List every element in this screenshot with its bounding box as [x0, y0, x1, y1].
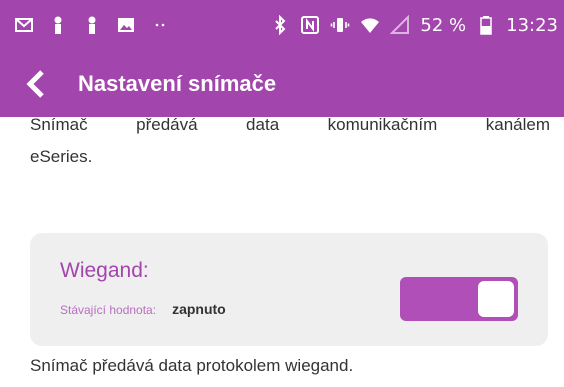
- clock: 13:23: [506, 14, 558, 36]
- vibrate-icon: [330, 15, 350, 35]
- eseries-description: Snímač předává data komunikačním kanálem: [30, 115, 550, 134]
- wiegand-description: Snímač předává data protokolem wiegand.: [30, 356, 354, 375]
- current-value: zapnuto: [172, 301, 226, 317]
- app-bar: Nastavení snímače: [0, 50, 564, 117]
- person-icon: [82, 15, 102, 35]
- wifi-icon: [360, 15, 380, 35]
- bluetooth-icon: [270, 14, 290, 36]
- toggle-knob: [478, 281, 514, 317]
- status-notifications: [14, 15, 170, 35]
- wiegand-toggle[interactable]: [400, 277, 518, 321]
- current-value-row: Stávající hodnota: zapnuto: [60, 301, 226, 317]
- page-title: Nastavení snímače: [78, 70, 277, 96]
- status-system: 52 % 13:23: [270, 15, 558, 36]
- battery-icon: [476, 15, 496, 35]
- battery-percent: 52 %: [420, 14, 467, 36]
- gmail-icon: [14, 15, 34, 35]
- chevron-left-icon: [26, 69, 44, 98]
- no-signal-icon: [389, 14, 410, 35]
- back-button[interactable]: [14, 62, 58, 106]
- wiegand-card: Wiegand: Stávající hodnota: zapnuto: [30, 233, 548, 346]
- image-icon: [116, 15, 136, 35]
- nfc-icon: [300, 15, 320, 35]
- eseries-description-line2: eSeries.: [30, 147, 93, 166]
- wiegand-title: Wiegand:: [60, 259, 149, 282]
- more-dots-icon: [150, 15, 170, 35]
- status-bar: 52 % 13:23: [0, 0, 564, 50]
- current-value-label: Stávající hodnota:: [60, 303, 157, 317]
- person-icon: [48, 15, 68, 35]
